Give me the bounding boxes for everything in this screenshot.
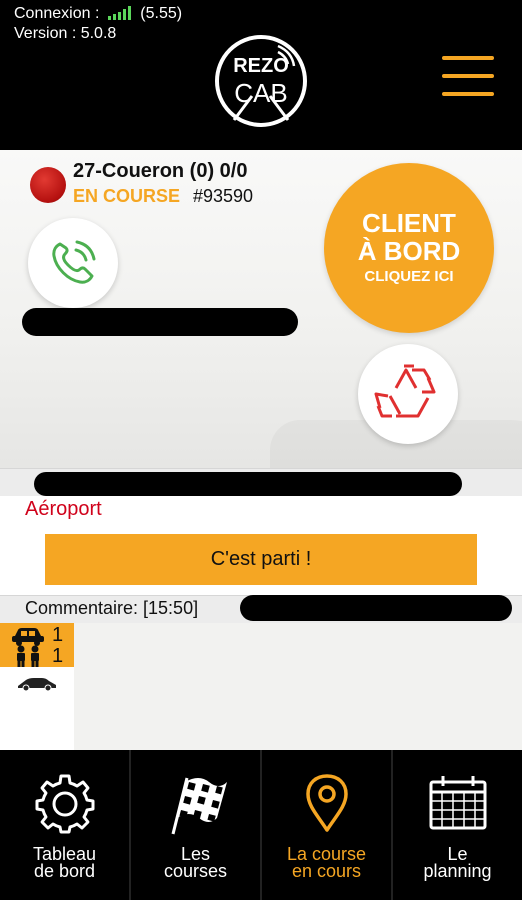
connection-status: Connexion : (5.55) [14, 4, 182, 24]
status-indicator-dot [30, 167, 66, 203]
nav-label-line: courses [163, 861, 228, 881]
nav-label-planning: Le planning [393, 845, 522, 881]
nav-label-dashboard: Tableau de bord [0, 845, 129, 881]
hamburger-line [442, 92, 494, 96]
calendar-icon [429, 776, 486, 830]
hamburger-menu-button[interactable] [442, 56, 494, 98]
call-client-button[interactable] [28, 218, 118, 308]
vehicle-count: 1 [52, 624, 64, 646]
nav-item-dashboard[interactable]: Tableau de bord [0, 750, 131, 900]
nav-item-current-course[interactable]: La course en cours [262, 750, 393, 900]
redacted-client-name [22, 308, 298, 336]
client-button-line2: À BORD [357, 236, 461, 266]
sedan-icon [18, 678, 56, 692]
bottom-navigation: Tableau de bord Les courses La course en… [0, 750, 522, 900]
car-icon [12, 628, 44, 646]
nav-label-current-course: La course en cours [262, 845, 391, 881]
nav-label-line: en cours [291, 861, 362, 881]
course-status-label: EN COURSE [73, 186, 181, 206]
client-button-line1: CLIENT [362, 208, 456, 238]
redacted-pickup-address [34, 472, 462, 496]
nav-label-line: planning [423, 861, 492, 881]
rezocab-logo: REZO CAB [215, 35, 307, 127]
gear-icon [35, 774, 94, 834]
signal-strength-icon [107, 6, 131, 20]
hamburger-menu-icon [442, 56, 494, 60]
phone-ringing-icon [52, 240, 96, 284]
map-pin-icon [305, 774, 348, 832]
reassign-course-button[interactable] [358, 344, 458, 444]
nav-item-planning[interactable]: Le planning [393, 750, 522, 900]
course-number: #93590 [193, 186, 254, 206]
logo-bottom-text: CAB [234, 78, 287, 108]
connection-value: (5.55) [140, 5, 183, 22]
nav-label-line: de bord [33, 861, 96, 881]
destination-label: Aéroport [25, 498, 102, 520]
app-version: Version : 5.0.8 [14, 25, 117, 42]
people-icon [17, 645, 39, 667]
checkered-flag-icon [171, 777, 227, 835]
recycle-icon [374, 364, 436, 418]
start-course-button[interactable]: C'est parti ! [45, 534, 477, 585]
hamburger-line [442, 74, 494, 78]
course-identifier: 27-Coueron (0) 0/0 [73, 160, 248, 182]
comment-label: Commentaire: [15:50] [25, 598, 199, 618]
client-on-board-button[interactable]: CLIENT À BORD CLIQUEZ ICI [324, 163, 494, 333]
passenger-count: 1 [52, 645, 64, 667]
redacted-comment [240, 595, 512, 621]
connection-label: Connexion : [14, 5, 100, 22]
app-header: Connexion : (5.55) Version : 5.0.8 REZO … [0, 0, 522, 150]
nav-label-courses: Les courses [131, 845, 260, 881]
client-button-line3: CLIQUEZ ICI [364, 268, 454, 285]
nav-item-courses[interactable]: Les courses [131, 750, 262, 900]
logo-top-text: REZO [233, 55, 289, 77]
vehicle-type [0, 667, 74, 750]
